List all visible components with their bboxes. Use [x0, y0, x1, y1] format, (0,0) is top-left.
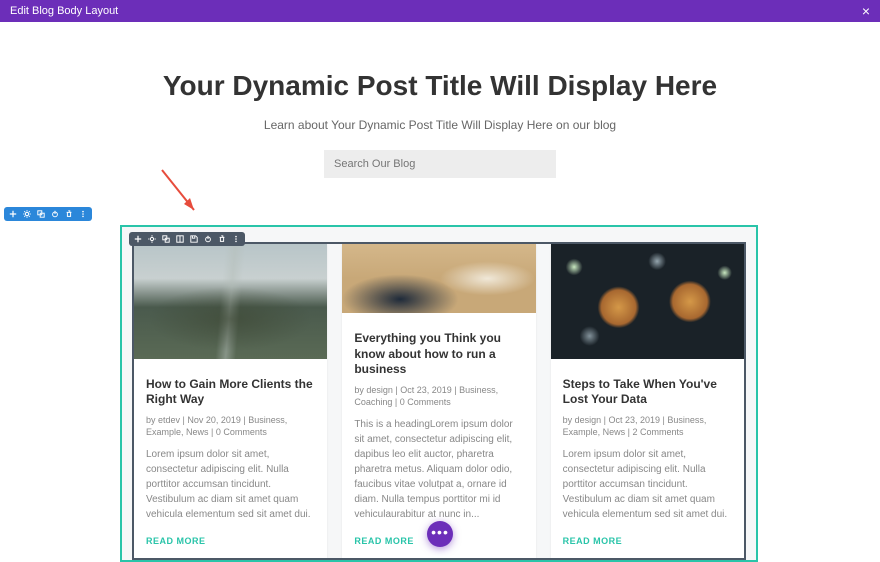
- post-excerpt: Lorem ipsum dolor sit amet, consectetur …: [146, 447, 315, 522]
- save-icon[interactable]: [190, 235, 198, 243]
- trash-icon[interactable]: [65, 210, 73, 218]
- post-image: [342, 244, 535, 313]
- page-title: Your Dynamic Post Title Will Display Her…: [0, 70, 880, 102]
- post-meta: by design | Oct 23, 2019 | Business, Exa…: [563, 414, 732, 439]
- more-icon[interactable]: [79, 210, 87, 218]
- close-icon[interactable]: ×: [862, 3, 870, 19]
- more-icon[interactable]: [232, 235, 240, 243]
- power-icon[interactable]: [51, 210, 59, 218]
- post-card[interactable]: How to Gain More Clients the Right Way b…: [134, 244, 327, 558]
- gear-icon[interactable]: [23, 210, 31, 218]
- columns-icon[interactable]: [176, 235, 184, 243]
- post-excerpt: Lorem ipsum dolor sit amet, consectetur …: [563, 447, 732, 522]
- power-icon[interactable]: [204, 235, 212, 243]
- search-wrap: [0, 150, 880, 178]
- post-image: [551, 244, 744, 359]
- post-title[interactable]: How to Gain More Clients the Right Way: [146, 377, 315, 408]
- post-body: How to Gain More Clients the Right Way b…: [134, 359, 327, 558]
- duplicate-icon[interactable]: [162, 235, 170, 243]
- read-more-link[interactable]: READ MORE: [146, 536, 315, 546]
- builder-fab[interactable]: •••: [427, 521, 453, 547]
- post-meta: by design | Oct 23, 2019 | Business, Coa…: [354, 384, 523, 409]
- post-excerpt: This is a headingLorem ipsum dolor sit a…: [354, 417, 523, 522]
- post-card[interactable]: Steps to Take When You've Lost Your Data…: [551, 244, 744, 558]
- search-input[interactable]: [324, 150, 556, 178]
- more-icon: •••: [431, 524, 449, 540]
- read-more-link[interactable]: READ MORE: [563, 536, 732, 546]
- add-icon[interactable]: [9, 210, 17, 218]
- post-title[interactable]: Steps to Take When You've Lost Your Data: [563, 377, 732, 408]
- blog-module[interactable]: How to Gain More Clients the Right Way b…: [132, 242, 746, 560]
- row-container[interactable]: How to Gain More Clients the Right Way b…: [120, 225, 758, 562]
- post-body: Steps to Take When You've Lost Your Data…: [551, 359, 744, 558]
- duplicate-icon[interactable]: [37, 210, 45, 218]
- section-toolbar[interactable]: [4, 207, 92, 221]
- topbar-title: Edit Blog Body Layout: [10, 5, 118, 17]
- post-meta: by etdev | Nov 20, 2019 | Business, Exam…: [146, 414, 315, 439]
- post-image: [134, 244, 327, 359]
- post-card[interactable]: Everything you Think you know about how …: [342, 244, 535, 558]
- editor-topbar: Edit Blog Body Layout ×: [0, 0, 880, 22]
- trash-icon[interactable]: [218, 235, 226, 243]
- add-icon[interactable]: [134, 235, 142, 243]
- gear-icon[interactable]: [148, 235, 156, 243]
- module-toolbar[interactable]: [129, 232, 245, 246]
- page-subtitle: Learn about Your Dynamic Post Title Will…: [0, 118, 880, 132]
- post-title[interactable]: Everything you Think you know about how …: [354, 331, 523, 378]
- page-header: Your Dynamic Post Title Will Display Her…: [0, 22, 880, 178]
